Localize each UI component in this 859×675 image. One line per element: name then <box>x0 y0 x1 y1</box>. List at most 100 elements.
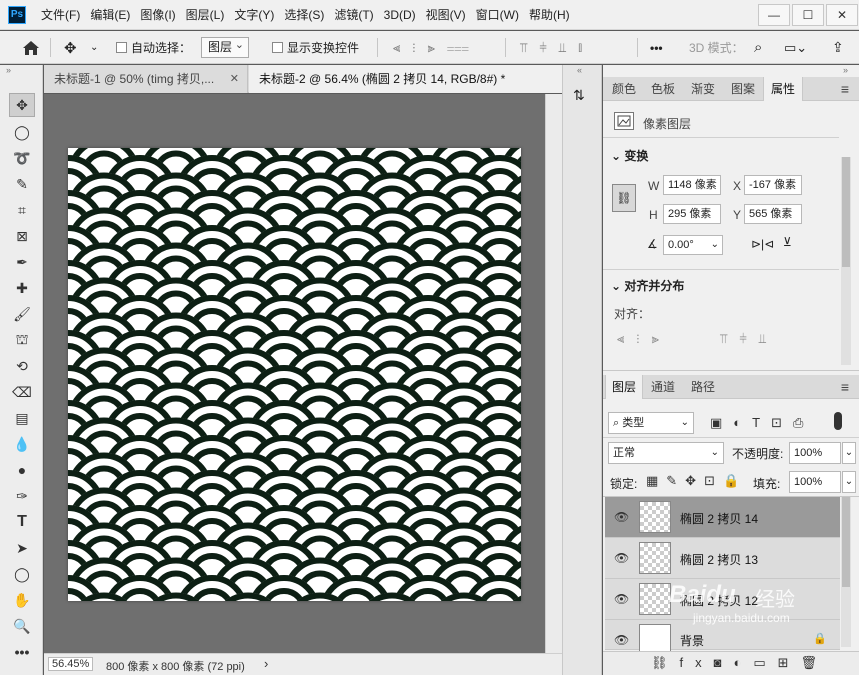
chevron-down-icon[interactable]: ⌄ <box>90 31 98 64</box>
menu-3d[interactable]: 3D(D) <box>379 0 421 30</box>
menu-type[interactable]: 文字(Y) <box>229 0 279 30</box>
filter-toggle-icon[interactable] <box>834 412 842 430</box>
panel-menu-icon[interactable]: ≡ <box>835 375 855 399</box>
hand-tool-icon[interactable]: ✋ <box>9 588 35 612</box>
properties-scrollbar[interactable] <box>841 157 851 365</box>
menu-image[interactable]: 图像(I) <box>135 0 180 30</box>
menu-view[interactable]: 视图(V) <box>421 0 471 30</box>
dodge-tool-icon[interactable]: ● <box>9 458 35 482</box>
canvas-vertical-scrollbar[interactable] <box>545 94 562 653</box>
menu-filter[interactable]: 滤镜(T) <box>329 0 378 30</box>
height-field[interactable]: 295 像素 <box>663 204 721 224</box>
panel-menu-icon[interactable]: ≡ <box>835 77 855 101</box>
history-panel-icon[interactable]: ⇅ <box>573 87 585 104</box>
close-icon[interactable]: ✕ <box>230 65 239 93</box>
tab-color[interactable]: 颜色 <box>605 77 643 101</box>
tab-swatches[interactable]: 色板 <box>643 77 683 101</box>
collapse-icon[interactable]: » <box>6 65 11 75</box>
pen-tool-icon[interactable]: ✑ <box>9 484 35 508</box>
marquee-tool-icon[interactable]: ◯ <box>9 120 35 144</box>
brush-tool-icon[interactable]: 🖌 <box>9 302 35 326</box>
tab-layers[interactable]: 图层 <box>605 375 643 399</box>
opacity-field[interactable]: 100% ⌄ <box>789 442 856 464</box>
tab-gradients[interactable]: 渐变 <box>683 77 723 101</box>
eraser-tool-icon[interactable]: ⌫ <box>9 380 35 404</box>
path-select-tool-icon[interactable]: ➤ <box>9 536 35 560</box>
share-icon[interactable]: ⇪ <box>832 31 844 64</box>
fill-field[interactable]: 100% ⌄ <box>789 471 856 493</box>
type-tool-icon[interactable]: T <box>9 510 35 534</box>
tab-untitled-2[interactable]: 未标题-2 @ 56.4% (椭圆 2 拷贝 14, RGB/8#) * <box>249 65 563 93</box>
minimize-button[interactable]: — <box>758 4 790 26</box>
lasso-tool-icon[interactable]: ➰ <box>9 146 35 170</box>
eye-icon[interactable]: 👁 <box>614 633 629 647</box>
x-field[interactable]: -167 像素 <box>744 175 802 195</box>
eye-icon[interactable]: 👁 <box>614 551 629 565</box>
move-tool-icon[interactable]: ✥ <box>64 31 77 64</box>
width-field[interactable]: 1148 像素 <box>663 175 721 195</box>
flip-vertical-icon[interactable]: ⊻ <box>783 235 792 249</box>
auto-select-dropdown[interactable]: 图层 <box>201 37 250 58</box>
maximize-button[interactable]: ☐ <box>792 4 824 26</box>
checkbox-icon[interactable] <box>116 42 127 53</box>
gradient-tool-icon[interactable]: ▤ <box>9 406 35 430</box>
menu-layer[interactable]: 图层(L) <box>181 0 230 30</box>
lock-icons[interactable]: ▦✎✥⊡🔒 <box>646 473 747 489</box>
align-horizontal-buttons[interactable]: ⫷⫶⫸ <box>617 331 671 347</box>
tab-properties[interactable]: 属性 <box>763 77 803 101</box>
menu-file[interactable]: 文件(F) <box>36 0 85 30</box>
y-field[interactable]: 565 像素 <box>744 204 802 224</box>
document-canvas[interactable] <box>68 148 521 601</box>
auto-select-checkbox[interactable]: 自动选择： <box>116 31 191 64</box>
distribute-buttons[interactable]: ⫪⫩⫫⫾ <box>520 31 594 64</box>
menu-help[interactable]: 帮助(H) <box>524 0 575 30</box>
layers-scrollbar[interactable] <box>841 497 851 647</box>
layer-row[interactable]: 👁 椭圆 2 拷贝 13 <box>605 538 840 579</box>
tab-patterns[interactable]: 图案 <box>723 77 763 101</box>
ellipse-tool-icon[interactable]: ◯ <box>9 562 35 586</box>
quick-select-tool-icon[interactable]: ✎ <box>9 172 35 196</box>
link-icon[interactable]: ⛓ <box>612 184 636 212</box>
status-menu-arrow[interactable]: › <box>264 656 268 671</box>
layer-name[interactable]: 背景 <box>680 632 704 649</box>
frame-tool-icon[interactable]: ⊠ <box>9 224 35 248</box>
workspace-icon[interactable]: ▭⌄ <box>784 31 807 64</box>
angle-field[interactable]: 0.00° ⌄ <box>663 235 723 255</box>
more-tools-icon[interactable]: ••• <box>9 640 35 664</box>
healing-brush-tool-icon[interactable]: ✚ <box>9 276 35 300</box>
layer-row[interactable]: 👁 椭圆 2 拷贝 14 <box>605 497 840 538</box>
checkbox-icon[interactable] <box>272 42 283 53</box>
layer-actions-bar[interactable]: ⛓fx◙◐▭⊞🗑 <box>603 651 859 675</box>
show-transform-checkbox[interactable]: 显示变换控件 <box>272 31 359 64</box>
search-icon[interactable]: ⌕ <box>754 31 762 64</box>
zoom-level-field[interactable]: 56.45% <box>48 657 94 671</box>
history-brush-tool-icon[interactable]: ⟲ <box>9 354 35 378</box>
menu-edit[interactable]: 编辑(E) <box>85 0 135 30</box>
align-vertical-buttons[interactable]: ⫪⫩⫫ <box>720 331 778 347</box>
collapse-icon[interactable]: « <box>577 65 582 75</box>
eye-icon[interactable]: 👁 <box>614 510 629 524</box>
filter-kind-dropdown[interactable]: ⌕ 类型 ⌄ <box>608 412 694 434</box>
menu-window[interactable]: 窗口(W) <box>471 0 524 30</box>
collapse-icon[interactable]: » <box>843 65 848 75</box>
close-window-button[interactable]: ✕ <box>826 4 858 26</box>
zoom-tool-icon[interactable]: 🔍 <box>9 614 35 638</box>
move-tool-icon[interactable]: ✥ <box>9 93 35 117</box>
layer-name[interactable]: 椭圆 2 拷贝 13 <box>680 551 758 568</box>
flip-horizontal-icon[interactable]: ⊳|⊲ <box>751 237 774 251</box>
more-options-button[interactable]: ••• <box>650 31 663 64</box>
align-buttons[interactable]: ⫷⫶⫸⩶ <box>393 31 481 64</box>
crop-tool-icon[interactable]: ⌗ <box>9 198 35 222</box>
tab-paths[interactable]: 路径 <box>683 375 723 399</box>
blend-mode-dropdown[interactable]: 正常 ⌄ <box>608 442 724 464</box>
transform-header[interactable]: ⌄ 变换 <box>611 147 648 164</box>
menu-select[interactable]: 选择(S) <box>279 0 329 30</box>
home-icon[interactable] <box>22 31 40 64</box>
layer-name[interactable]: 椭圆 2 拷贝 14 <box>680 510 758 527</box>
eyedropper-tool-icon[interactable]: ✒ <box>9 250 35 274</box>
eye-icon[interactable]: 👁 <box>614 592 629 606</box>
stamp-tool-icon[interactable]: ⛫ <box>9 328 35 352</box>
layer-filter-icons[interactable]: ▣◐T⊡⎙ <box>710 415 814 431</box>
tab-untitled-1[interactable]: 未标题-1 @ 50% (timg 拷贝,... ✕ <box>44 65 248 93</box>
tab-channels[interactable]: 通道 <box>643 375 683 399</box>
